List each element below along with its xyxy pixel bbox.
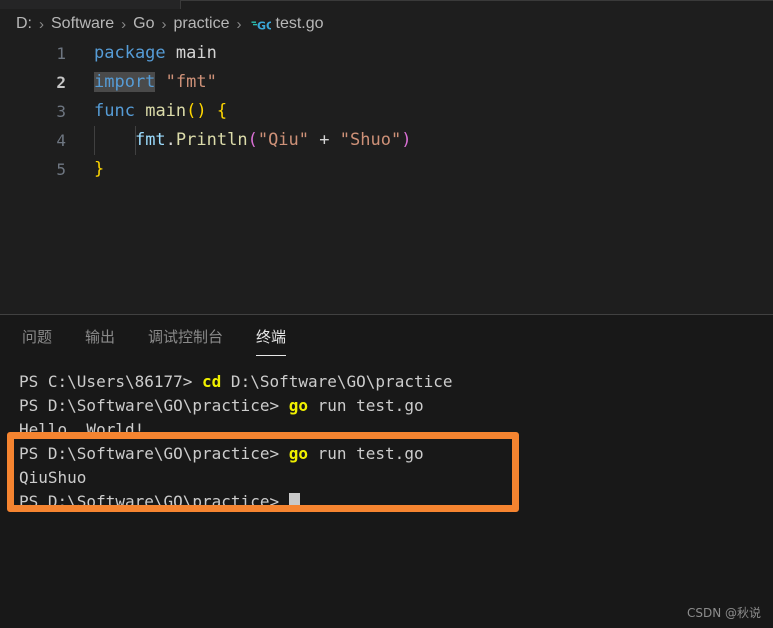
code-token-brace: } [94, 159, 105, 179]
breadcrumb-separator: › [236, 15, 242, 33]
code-text: import "fmt" [94, 68, 217, 97]
panel-tab-1[interactable]: 输出 [85, 326, 115, 352]
breadcrumb: D: › Software › Go › practice › GO test.go [0, 9, 773, 39]
terminal-line: Hello, World! [19, 418, 773, 442]
code-line[interactable]: 1 package main [0, 39, 773, 68]
code-line[interactable]: 3 func main() { [0, 97, 773, 126]
terminal-text: PS D:\Software\GO\practice> [19, 444, 289, 463]
watermark: CSDN @秋说 [686, 606, 761, 620]
code-token-brace: { [216, 101, 228, 121]
panel-tab-bar: 问题 输出 调试控制台 终端 [0, 315, 773, 363]
terminal-line: PS D:\Software\GO\practice> go run test.… [19, 442, 773, 466]
code-token-paren: ) [401, 130, 412, 150]
terminal-command: cd [202, 372, 222, 391]
terminal-line: PS D:\Software\GO\practice> go run test.… [19, 394, 773, 418]
terminal-cursor [288, 493, 300, 510]
line-number: 5 [56, 160, 66, 179]
terminal-text: run test.go [307, 444, 424, 463]
code-token-identifier: main [175, 43, 217, 63]
terminal-command: go [288, 444, 308, 463]
code-token-dot: . [165, 130, 176, 150]
editor-tab-active-region [180, 0, 773, 9]
bottom-panel: 问题 输出 调试控制台 终端 PS C:\Users\86177> cd D:\Sof… [0, 315, 773, 628]
code-line[interactable]: 5} [0, 155, 773, 184]
breadcrumb-separator: › [121, 15, 127, 33]
line-number: 4 [56, 131, 66, 150]
line-number: 2 [56, 73, 66, 92]
terminal-text: PS D:\Software\GO\practice> [19, 492, 289, 511]
code-token-function: main [145, 101, 187, 121]
breadcrumb-item-go[interactable]: Go [133, 15, 154, 33]
code-token-operator: + [319, 130, 330, 150]
code-text: } [94, 155, 104, 184]
code-token-string: "Qiu" [257, 130, 310, 150]
breadcrumb-item-software[interactable]: Software [51, 15, 114, 33]
code-text: func main() { [94, 97, 227, 126]
terminal-line: QiuShuo [19, 466, 773, 490]
code-token-string: "Shuo" [339, 130, 402, 150]
terminal-output[interactable]: PS C:\Users\86177> cd D:\Software\GO\pra… [0, 370, 773, 628]
breadcrumb-item-practice[interactable]: practice [173, 15, 229, 33]
terminal-text: Hello, World! [19, 420, 145, 439]
panel-tab-3[interactable]: 终端 [256, 326, 287, 356]
code-token-brace: () [186, 101, 207, 121]
code-text: package main [94, 39, 217, 68]
terminal-line: PS D:\Software\GO\practice> [19, 490, 773, 514]
terminal-text: PS C:\Users\86177> [19, 372, 203, 391]
indent-guide [135, 126, 136, 155]
terminal-line: PS C:\Users\86177> cd D:\Software\GO\pra… [19, 370, 773, 394]
line-number: 3 [56, 102, 66, 121]
breadcrumb-item-d[interactable]: D: [16, 15, 32, 33]
panel-tab-2[interactable]: 调试控制台 [148, 326, 223, 352]
code-line[interactable]: 2 import "fmt" [0, 68, 773, 97]
code-token-function: Println [175, 130, 248, 150]
code-editor[interactable]: 1 package main 2 import "fmt" 3 func main() {… [0, 39, 773, 314]
code-token-string: "fmt" [165, 72, 217, 92]
terminal-text: PS D:\Software\GO\practice> [19, 396, 289, 415]
code-token-keyword: package [94, 43, 166, 63]
code-line[interactable]: 4 fmt.Println("Qiu" + "Shuo") [0, 126, 773, 155]
breadcrumb-separator: › [161, 15, 167, 33]
code-token-keyword: func [94, 101, 135, 121]
code-token-package: fmt [134, 130, 166, 150]
breadcrumb-item-test-go[interactable]: test.go [276, 15, 324, 33]
breadcrumb-separator: › [39, 15, 44, 33]
terminal-command: go [288, 396, 308, 415]
terminal-text: run test.go [307, 396, 424, 415]
indent-guide [94, 126, 95, 155]
terminal-text: D:\Software\GO\practice [221, 372, 453, 391]
code-token-keyword-selected: import [94, 72, 156, 92]
go-file-icon: GO [251, 18, 271, 32]
line-number: 1 [56, 44, 66, 63]
panel-tab-0[interactable]: 问题 [22, 326, 52, 352]
code-token-paren: ( [247, 130, 258, 150]
svg-text:GO: GO [257, 19, 271, 32]
code-text: fmt.Println("Qiu" + "Shuo") [94, 126, 411, 155]
terminal-text: QiuShuo [19, 468, 87, 487]
